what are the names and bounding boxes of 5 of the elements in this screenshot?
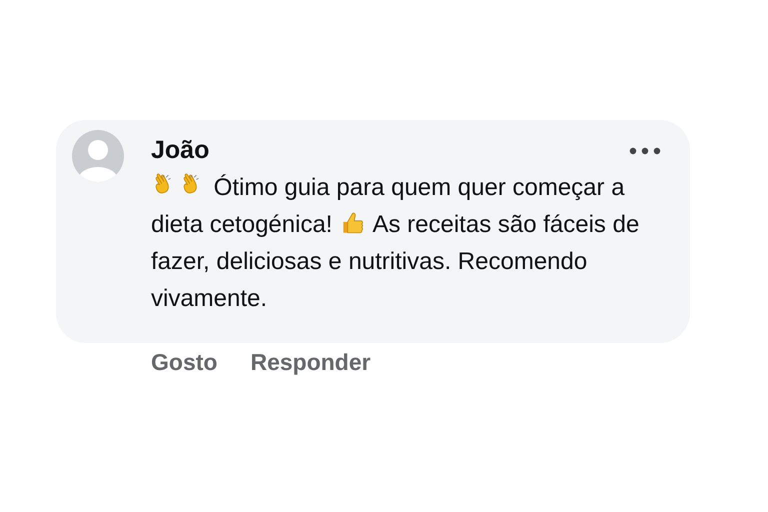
action-link[interactable]: Responder [250,349,371,376]
action-link[interactable]: Gosto [151,349,218,376]
author-name[interactable]: João [151,136,210,165]
comment-text: Ótimo guia para quem quer começar a dieta cetogénica! As receitas são fáceis de fazer, deliciosas e nutritivas. Recomendo vivamente. [151,172,640,314]
more-options-icon[interactable] [629,146,661,154]
